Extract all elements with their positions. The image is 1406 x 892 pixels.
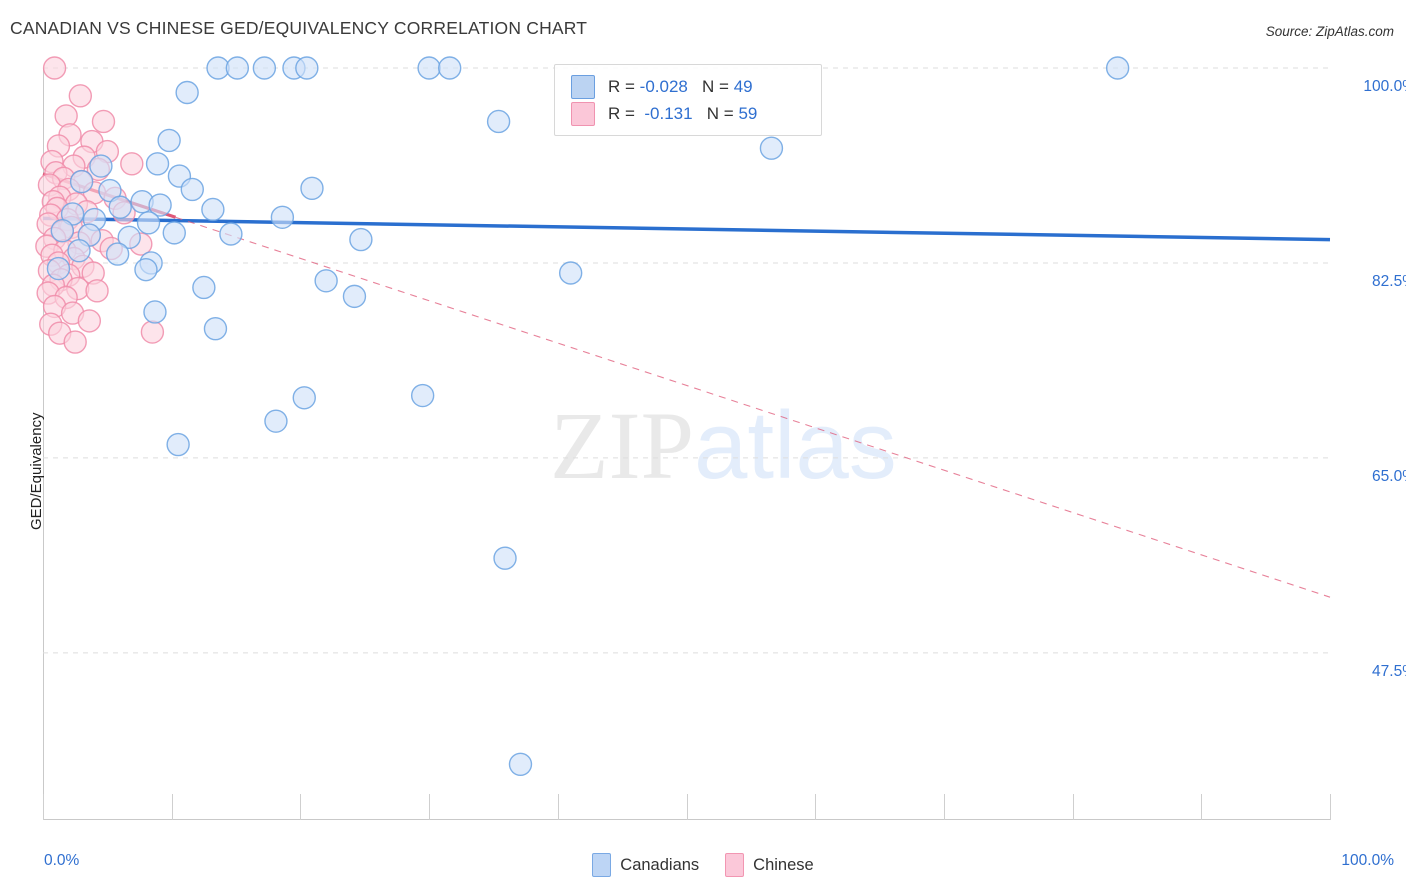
data-point-chinese[interactable] — [140, 320, 165, 344]
data-point-canadians[interactable] — [143, 300, 167, 324]
data-point-canadians[interactable] — [162, 221, 186, 245]
page-title: CANADIAN VS CHINESE GED/EQUIVALENCY CORR… — [10, 18, 588, 38]
data-point-canadians[interactable] — [264, 409, 288, 433]
series-swatch-chinese — [725, 853, 745, 877]
x-tick — [1072, 794, 1074, 820]
data-point-canadians[interactable] — [192, 275, 216, 300]
x-tick — [815, 794, 817, 820]
legend-stats-text-pink: R = -0.131 N = 59 — [608, 104, 758, 123]
x-tick — [171, 794, 173, 820]
data-point-canadians[interactable] — [157, 128, 181, 153]
data-point-canadians[interactable] — [225, 56, 250, 80]
data-point-canadians[interactable] — [417, 56, 441, 80]
data-point-canadians[interactable] — [300, 176, 324, 201]
data-point-chinese[interactable] — [42, 56, 67, 80]
x-tick — [300, 794, 302, 820]
data-point-canadians[interactable] — [270, 205, 295, 229]
series-swatch-canadians — [592, 853, 612, 877]
y-tick-label: 47.5% — [1372, 662, 1406, 680]
series-legend-item-chinese[interactable]: Chinese — [725, 853, 814, 877]
data-point-canadians[interactable] — [67, 239, 91, 263]
data-point-chinese[interactable] — [85, 279, 109, 303]
data-point-canadians[interactable] — [175, 80, 199, 105]
y-axis-label: GED/Equivalency — [28, 412, 45, 530]
data-point-canadians[interactable] — [508, 752, 533, 776]
scatter-points[interactable] — [35, 56, 1330, 820]
data-point-canadians[interactable] — [136, 211, 161, 235]
data-point-canadians[interactable] — [342, 284, 367, 309]
legend-swatch-blue — [571, 75, 595, 99]
stats-legend-row-chinese: R = -0.131 N = 59 — [571, 100, 757, 128]
data-point-chinese[interactable] — [68, 84, 93, 108]
chart-root: CANADIAN VS CHINESE GED/EQUIVALENCY CORR… — [0, 0, 1406, 892]
data-point-canadians[interactable] — [203, 316, 228, 341]
data-point-canadians[interactable] — [180, 177, 204, 202]
legend-swatch-pink — [571, 102, 595, 126]
data-point-canadians[interactable] — [69, 169, 94, 194]
y-tick-label: 65.0% — [1372, 467, 1406, 485]
data-point-canadians[interactable] — [295, 56, 319, 80]
legend-n-value-pink: 59 — [738, 104, 758, 123]
data-point-canadians[interactable] — [314, 269, 338, 293]
data-point-chinese[interactable] — [63, 330, 87, 354]
data-point-chinese[interactable] — [54, 104, 78, 128]
series-label-chinese: Chinese — [753, 855, 814, 874]
y-tick-label: 82.5% — [1372, 272, 1406, 290]
x-tick — [1201, 794, 1203, 820]
data-point-canadians[interactable] — [145, 152, 170, 176]
data-point-canadians[interactable] — [493, 546, 517, 570]
x-tick — [686, 794, 688, 820]
x-tick — [557, 794, 559, 820]
source-attribution: Source: ZipAtlas.com — [1265, 24, 1394, 39]
data-point-canadians[interactable] — [50, 218, 75, 243]
data-point-canadians[interactable] — [292, 386, 316, 410]
series-legend-item-canadians[interactable]: Canadians — [592, 853, 699, 877]
data-point-canadians[interactable] — [105, 242, 130, 266]
data-point-canadians[interactable] — [134, 257, 158, 282]
legend-stats-text-blue: R = -0.028 N = 49 — [608, 77, 753, 96]
legend-r-value-blue: -0.028 — [639, 77, 688, 96]
x-tick — [1330, 794, 1331, 820]
data-point-canadians[interactable] — [759, 136, 784, 160]
data-point-canadians[interactable] — [558, 261, 583, 285]
legend-r-value-pink: -0.131 — [644, 104, 693, 123]
data-point-chinese[interactable] — [77, 309, 102, 333]
data-point-canadians[interactable] — [108, 195, 132, 219]
data-point-canadians[interactable] — [410, 383, 435, 408]
series-legend: Canadians Chinese — [0, 850, 1406, 880]
data-point-canadians[interactable] — [437, 56, 462, 80]
plot-area: 100.0% 82.5% 65.0% 47.5% — [35, 56, 1406, 820]
data-point-canadians[interactable] — [1105, 56, 1130, 80]
data-point-canadians[interactable] — [166, 432, 190, 457]
x-tick — [43, 794, 44, 820]
data-point-canadians[interactable] — [349, 227, 373, 252]
y-tick-label: 100.0% — [1363, 78, 1406, 95]
legend-n-value-blue: 49 — [733, 77, 753, 96]
data-point-canadians[interactable] — [201, 197, 225, 222]
data-point-chinese[interactable] — [120, 152, 144, 176]
data-point-canadians[interactable] — [89, 154, 113, 178]
data-point-canadians[interactable] — [486, 109, 511, 134]
stats-legend-row-canadians: R = -0.028 N = 49 — [571, 73, 753, 101]
series-label-canadians: Canadians — [620, 855, 700, 874]
data-point-canadians[interactable] — [252, 56, 277, 80]
data-point-chinese[interactable] — [91, 109, 116, 134]
x-tick — [943, 794, 945, 820]
data-point-canadians[interactable] — [219, 222, 243, 246]
stats-legend: R = -0.028 N = 49 R = -0.131 N = 59 — [554, 64, 822, 136]
data-point-canadians[interactable] — [46, 256, 71, 281]
x-tick — [429, 794, 431, 820]
